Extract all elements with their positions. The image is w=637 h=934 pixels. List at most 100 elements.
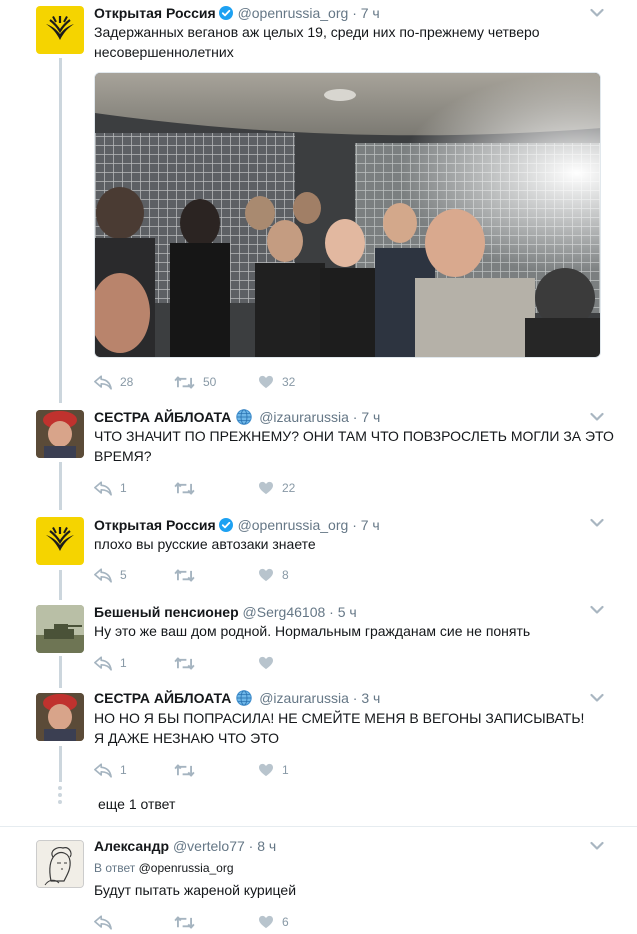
reply-icon (94, 763, 112, 778)
like-icon (258, 568, 274, 582)
retweet-button[interactable] (174, 653, 203, 673)
avatar[interactable] (36, 6, 84, 54)
reply-button[interactable]: 1 (94, 478, 127, 498)
separator: · (352, 5, 357, 21)
tweet-photo[interactable] (94, 72, 601, 358)
avatar-photo (37, 841, 83, 887)
reply-button[interactable]: 1 (94, 653, 127, 673)
reply-count: 1 (120, 763, 127, 777)
timestamp[interactable]: 7 ч (361, 517, 380, 533)
tweet[interactable]: Открытая Россия @openrussia_org · 7 ч За… (0, 0, 637, 400)
like-count: 32 (282, 375, 296, 389)
author-name[interactable]: Александр (94, 838, 169, 854)
globe-icon (236, 409, 252, 425)
reply-handle-link[interactable]: @openrussia_org (139, 861, 234, 875)
author-name[interactable]: СЕСТРА АЙБЛОАТА (94, 690, 231, 706)
author-handle[interactable]: @izaurarussia (259, 409, 349, 425)
avatar[interactable] (36, 840, 84, 888)
tweet[interactable]: СЕСТРА АЙБЛОАТА @izaurarussia · 3 ч НО Н… (0, 681, 637, 783)
author-name[interactable]: Бешеный пенсионер (94, 604, 239, 620)
tweet-text: ЧТО ЗНАЧИТ ПО ПРЕЖНЕМУ? ОНИ ТАМ ЧТО ПОВЗ… (94, 428, 614, 464)
avatar-photo (36, 693, 84, 741)
avatar[interactable] (36, 605, 84, 653)
reply-count: 28 (120, 375, 134, 389)
like-icon (258, 763, 274, 777)
timestamp[interactable]: 8 ч (257, 838, 276, 854)
retweet-button[interactable] (174, 912, 203, 932)
reply-button[interactable]: 1 (94, 760, 127, 780)
author-name[interactable]: Открытая Россия (94, 517, 216, 533)
like-count: 22 (282, 481, 296, 495)
caret-down-icon[interactable] (590, 412, 604, 422)
retweet-button[interactable] (174, 565, 203, 585)
like-count: 1 (282, 763, 289, 777)
like-button[interactable]: 1 (258, 760, 289, 780)
like-button[interactable]: 6 (258, 912, 289, 932)
reply-icon (94, 915, 112, 930)
caret-down-icon[interactable] (590, 8, 604, 18)
retweet-button[interactable] (174, 760, 203, 780)
avatar[interactable] (36, 410, 84, 458)
separator: · (248, 838, 254, 854)
author-handle[interactable]: @Serg46108 (243, 604, 326, 620)
timestamp[interactable]: 5 ч (338, 604, 357, 620)
separator: · (352, 409, 358, 425)
reply-button[interactable] (94, 912, 120, 932)
tweet-text: Будут пытать жареной курицей (94, 882, 297, 898)
timestamp[interactable]: 7 ч (361, 409, 380, 425)
avatar[interactable] (36, 693, 84, 741)
retweet-button[interactable]: 50 (174, 372, 216, 392)
separator: · (352, 517, 357, 533)
open-russia-logo-icon (40, 10, 80, 50)
retweet-icon (174, 656, 195, 671)
author-handle[interactable]: @izaurarussia (259, 690, 349, 706)
avatar-photo (36, 410, 84, 458)
reply-count: 1 (120, 656, 127, 670)
tweet[interactable]: Бешеный пенсионер @Serg46108 · 5 ч Ну эт… (0, 593, 637, 681)
timestamp[interactable]: 3 ч (361, 690, 380, 706)
timestamp[interactable]: 7 ч (361, 5, 380, 21)
tweet-text: плохо вы русские автозаки знаете (94, 536, 316, 552)
reply-button[interactable]: 28 (94, 372, 133, 392)
avatar-photo (36, 605, 84, 653)
reply-icon (94, 375, 112, 390)
like-button[interactable]: 8 (258, 565, 289, 585)
retweet-button[interactable] (174, 478, 203, 498)
tweet[interactable]: Открытая Россия @openrussia_org · 7 ч пл… (0, 505, 637, 593)
caret-down-icon[interactable] (590, 841, 604, 851)
more-replies-link[interactable]: еще 1 ответ (98, 796, 175, 812)
author-handle[interactable]: @openrussia_org (238, 517, 349, 533)
reply-count: 1 (120, 481, 127, 495)
caret-down-icon[interactable] (590, 605, 604, 615)
tweet[interactable]: СЕСТРА АЙБЛОАТА @izaurarussia · 7 ч ЧТО … (0, 400, 637, 505)
retweet-icon (174, 375, 195, 390)
author-handle[interactable]: @vertelo77 (173, 838, 245, 854)
retweet-icon (174, 763, 195, 778)
globe-icon (236, 690, 252, 706)
retweet-icon (174, 915, 195, 930)
author-name[interactable]: СЕСТРА АЙБЛОАТА (94, 409, 231, 425)
retweet-icon (174, 568, 195, 583)
like-button[interactable]: 32 (258, 372, 295, 392)
open-russia-logo-icon (40, 521, 80, 561)
reply-button[interactable]: 5 (94, 565, 127, 585)
retweet-count: 50 (203, 375, 217, 389)
like-icon (258, 915, 274, 929)
like-icon (258, 656, 274, 670)
author-handle[interactable]: @openrussia_org (238, 5, 349, 21)
tweet[interactable]: Александр @vertelo77 · 8 ч В ответ @open… (0, 827, 637, 934)
like-icon (258, 375, 274, 389)
like-icon (258, 481, 274, 495)
reply-icon (94, 481, 112, 496)
separator: · (352, 690, 358, 706)
tweet-text: НО НО Я БЫ ПОПРАСИЛА! НЕ СМЕЙТЕ МЕНЯ В В… (94, 710, 585, 746)
like-button[interactable]: 22 (258, 478, 295, 498)
tweet-text: Задержанных веганов аж целых 19, среди н… (94, 24, 540, 60)
caret-down-icon[interactable] (590, 693, 604, 703)
reply-icon (94, 656, 112, 671)
like-button[interactable] (258, 653, 282, 673)
caret-down-icon[interactable] (590, 518, 604, 528)
separator: · (329, 604, 334, 620)
avatar[interactable] (36, 517, 84, 565)
author-name[interactable]: Открытая Россия (94, 5, 216, 21)
